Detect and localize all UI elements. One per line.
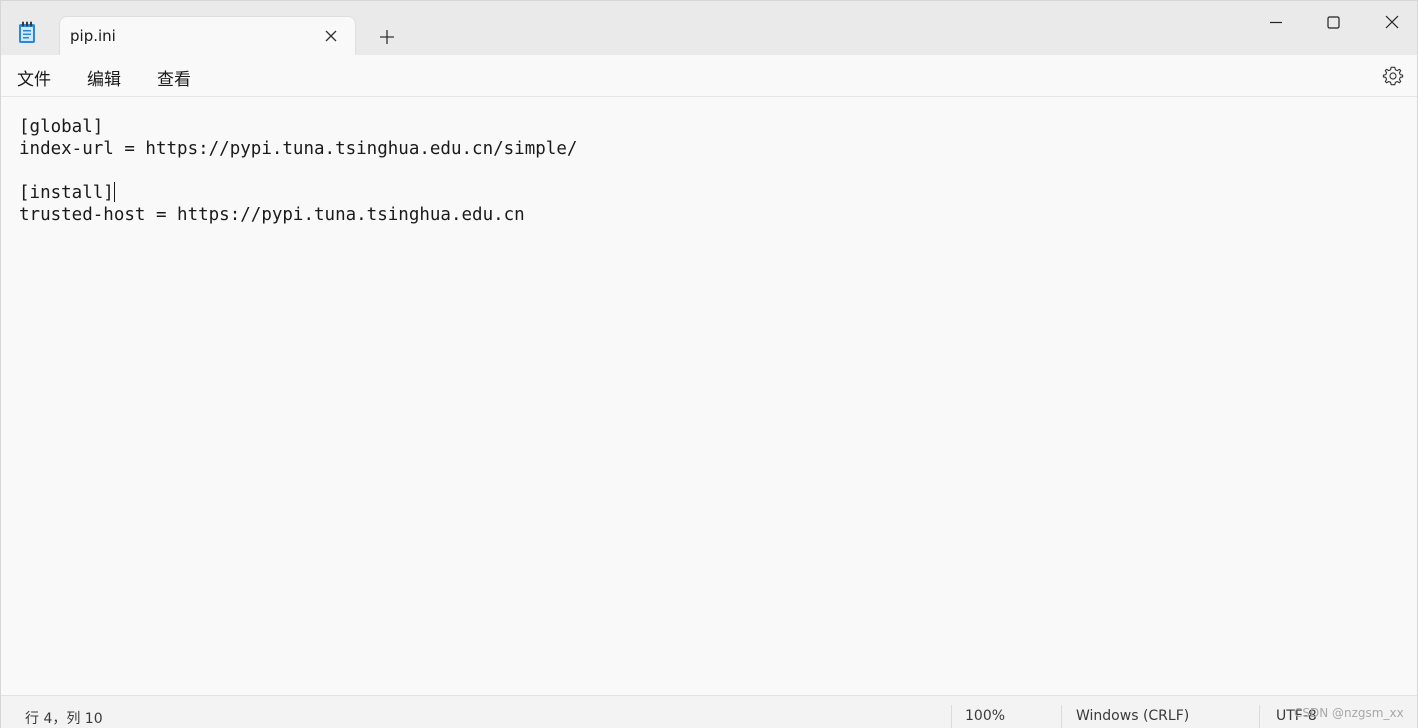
editor-content[interactable]: [global] index-url = https://pypi.tuna.t… — [19, 116, 577, 226]
notepad-icon — [19, 21, 35, 43]
cursor-position: 行 4，列 10 — [25, 711, 103, 727]
editor-line: index-url = https://pypi.tuna.tsinghua.e… — [19, 139, 578, 159]
status-bar: 行 4，列 10 100% Windows (CRLF) UTF-8 CSDN … — [1, 695, 1417, 728]
menu-file[interactable]: 文件 — [17, 65, 51, 90]
menu-view[interactable]: 查看 — [157, 65, 191, 90]
editor-line-current: [install] — [19, 182, 577, 204]
status-divider — [1061, 705, 1062, 728]
menu-edit[interactable]: 编辑 — [87, 65, 121, 90]
text-caret — [113, 182, 115, 202]
line-ending[interactable]: Windows (CRLF) — [1076, 708, 1189, 724]
watermark: CSDN @nzgsm_xx — [1294, 706, 1404, 720]
status-divider — [951, 705, 952, 728]
window-close-icon[interactable] — [1380, 11, 1404, 35]
notepad-window: pip.ini 文件 编辑 查看 [global] index-url = ht… — [0, 0, 1418, 728]
status-divider — [1259, 705, 1260, 728]
tab-pip-ini[interactable]: pip.ini — [59, 16, 356, 56]
menu-bar: 文件 编辑 查看 — [1, 55, 1417, 97]
zoom-level[interactable]: 100% — [965, 708, 1005, 724]
text-editor[interactable]: [global] index-url = https://pypi.tuna.t… — [1, 97, 1417, 695]
editor-line-text: [install] — [19, 183, 114, 203]
maximize-icon[interactable] — [1321, 11, 1345, 35]
close-icon[interactable] — [323, 28, 339, 44]
title-bar: pip.ini — [1, 1, 1417, 56]
minimize-icon[interactable] — [1264, 11, 1288, 35]
plus-icon[interactable] — [377, 27, 397, 47]
tab-title: pip.ini — [70, 27, 116, 45]
gear-icon[interactable] — [1382, 65, 1404, 87]
editor-line: [global] — [19, 117, 104, 137]
editor-line: trusted-host = https://pypi.tuna.tsinghu… — [19, 205, 525, 225]
